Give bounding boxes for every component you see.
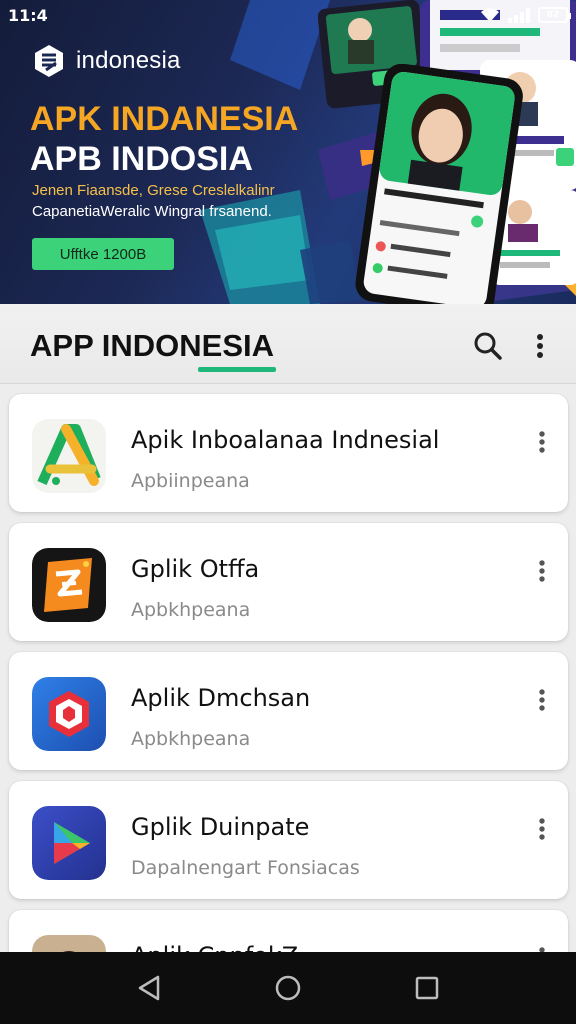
list-item[interactable]: Gplik Duinpate Dapalnengart Fonsiacas	[9, 781, 568, 899]
search-button[interactable]	[470, 328, 506, 364]
banner-subline-primary: Jenen Fiaansde, Grese Creslelkalinr	[32, 182, 275, 199]
item-menu-button[interactable]	[530, 553, 554, 589]
app-title: Aplik CnnfokZ	[131, 942, 298, 952]
z-letter-icon	[32, 548, 106, 622]
phone-mockup	[355, 64, 523, 304]
a-letter-icon	[32, 419, 106, 493]
home-button[interactable]	[268, 968, 308, 1008]
item-menu-button[interactable]	[530, 940, 554, 952]
signal-icon	[508, 7, 530, 23]
back-icon	[139, 975, 160, 1001]
more-vert-icon	[537, 334, 543, 358]
item-menu-button[interactable]	[530, 682, 554, 718]
play-icon	[32, 806, 106, 880]
hexagon-icon	[32, 677, 106, 751]
search-icon	[474, 332, 502, 360]
app-subtitle: Apbkhpeana	[131, 728, 251, 750]
recents-button[interactable]	[407, 968, 447, 1008]
promo-banner[interactable]: 11:4 82 indonesia APK INDANESIA APB INDO…	[0, 0, 576, 304]
title-underline	[198, 367, 276, 372]
banner-subline-secondary: CapanetiaWeralic Wingral frsanend.	[32, 203, 272, 220]
banner-headline-secondary: APB INDOSIA	[30, 140, 253, 178]
list-item[interactable]: Aplik CnnfokZ	[9, 910, 568, 952]
brand-name: indonesia	[76, 47, 181, 74]
more-vert-icon	[539, 818, 545, 840]
item-menu-button[interactable]	[530, 424, 554, 460]
app-toolbar: APP INDONESIA	[0, 304, 576, 384]
status-icons: 82	[480, 7, 571, 23]
item-menu-button[interactable]	[530, 811, 554, 847]
app-subtitle: Apbkhpeana	[131, 599, 251, 621]
wifi-icon	[481, 8, 499, 22]
app-title: Gplik Duinpate	[131, 813, 310, 841]
avatar-icon	[32, 935, 106, 952]
status-time: 11:4	[8, 5, 48, 25]
more-vert-icon	[539, 560, 545, 582]
more-vert-icon	[539, 689, 545, 711]
overflow-menu-button[interactable]	[524, 328, 556, 364]
list-item[interactable]: Gplik Otffa Apbkhpeana	[9, 523, 568, 641]
status-bar: 11:4 82	[0, 0, 576, 30]
banner-cta-button[interactable]: Ufftke 1200B	[32, 238, 174, 270]
app-list: Apik Inboalanaa Indnesial Apbiinpeana Gp…	[0, 384, 576, 952]
list-item[interactable]: Apik Inboalanaa Indnesial Apbiinpeana	[9, 394, 568, 512]
app-subtitle: Dapalnengart Fonsiacas	[131, 857, 360, 879]
app-subtitle: Apbiinpeana	[131, 470, 250, 492]
brand: indonesia	[32, 44, 181, 78]
more-vert-icon	[539, 431, 545, 453]
system-navigation-bar	[0, 952, 576, 1024]
brand-logo-icon	[35, 45, 63, 77]
app-title: Apik Inboalanaa Indnesial	[131, 426, 440, 454]
app-title: Aplik Dmchsan	[131, 684, 311, 712]
back-button[interactable]	[129, 968, 169, 1008]
list-item[interactable]: Aplik Dmchsan Apbkhpeana	[9, 652, 568, 770]
banner-headline-primary: APK INDANESIA	[30, 100, 299, 138]
page-title: APP INDONESIA	[30, 328, 275, 363]
battery-icon: 82	[538, 7, 571, 23]
home-icon	[275, 975, 301, 1001]
recents-icon	[415, 976, 438, 1000]
app-title: Gplik Otffa	[131, 555, 260, 583]
